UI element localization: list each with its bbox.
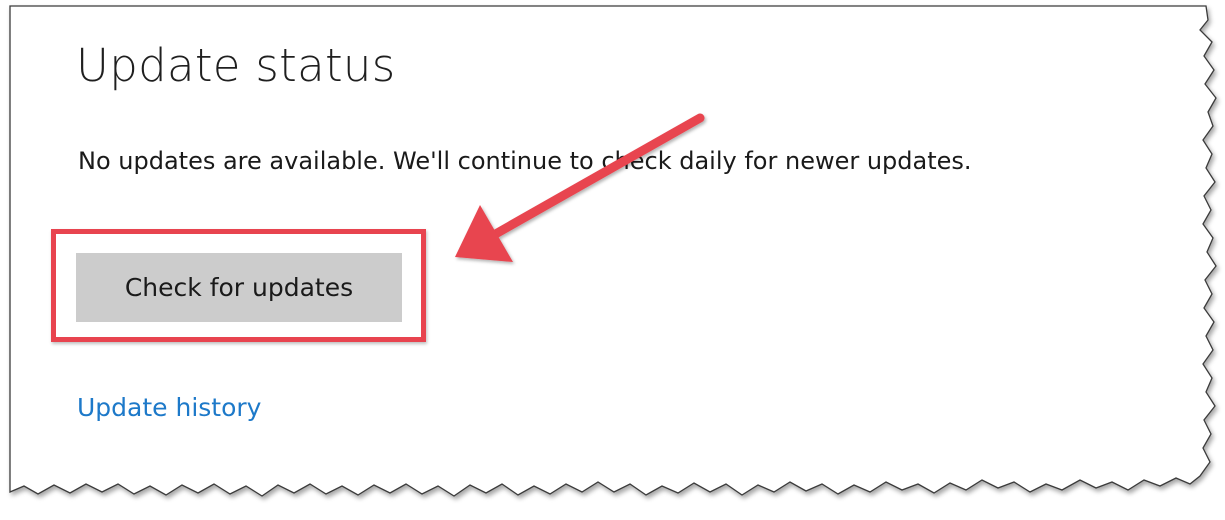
page-title: Update status [76, 39, 396, 92]
update-status-panel: Update status No updates are available. … [0, 0, 1225, 520]
update-history-link[interactable]: Update history [77, 392, 261, 424]
screenshot-stage: Update status No updates are available. … [0, 0, 1225, 520]
status-message: No updates are available. We'll continue… [78, 147, 972, 175]
check-for-updates-button[interactable]: Check for updates [76, 253, 402, 322]
